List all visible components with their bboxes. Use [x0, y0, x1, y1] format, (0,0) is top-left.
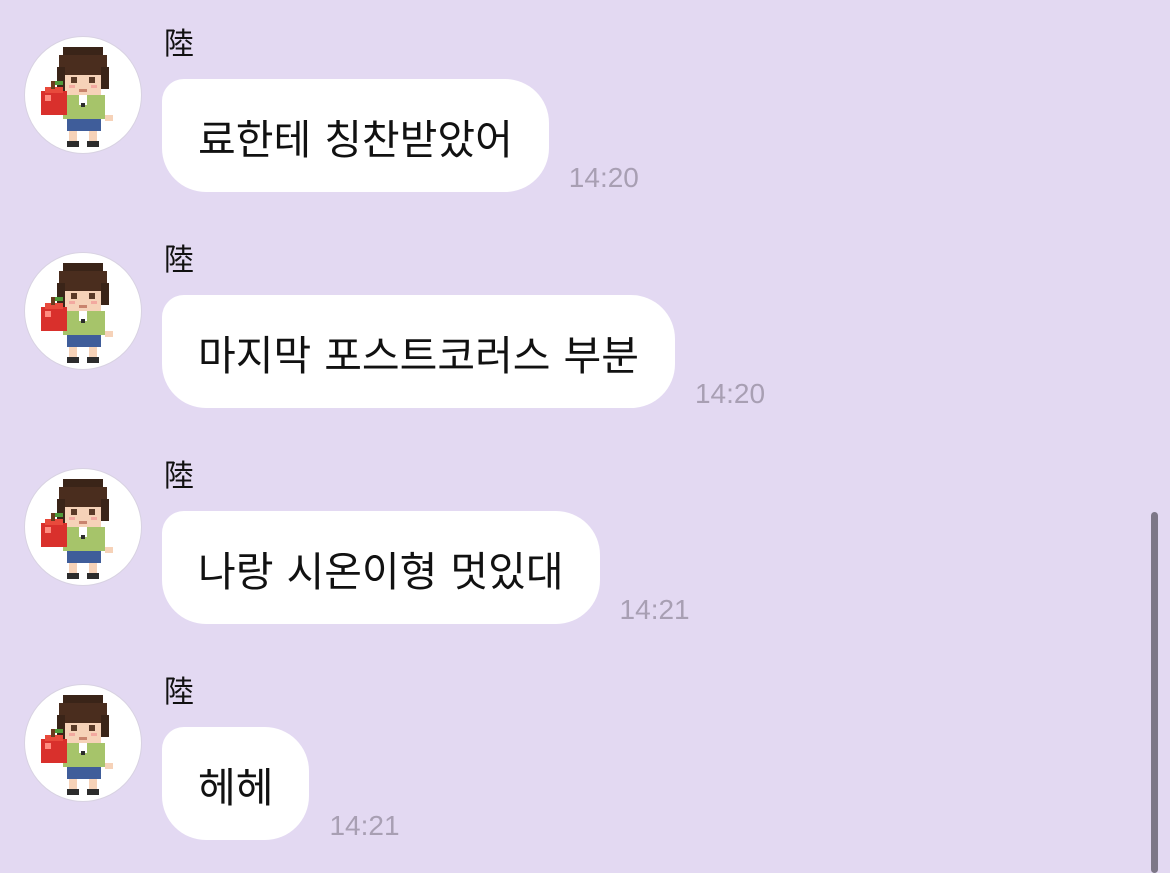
- avatar[interactable]: [24, 36, 142, 154]
- sender-name: 陸: [164, 459, 194, 494]
- message-timestamp: 14:21: [329, 810, 400, 841]
- message-bubble[interactable]: 료한테 칭찬받았어: [162, 79, 549, 192]
- pixel-boy-with-apple-icon: [41, 479, 113, 579]
- message-row: 료한테 칭찬받았어 14:20: [162, 79, 639, 193]
- pixel-boy-with-apple-icon: [41, 47, 113, 147]
- scrollbar[interactable]: [1151, 512, 1158, 873]
- message-row: 나랑 시온이형 멋있대 14:21: [162, 511, 690, 625]
- message-timestamp: 14:20: [694, 378, 766, 409]
- message-bubble[interactable]: 마지막 포스트코러스 부분: [162, 295, 675, 408]
- sender-name: 陸: [164, 27, 194, 62]
- message-bubble[interactable]: 나랑 시온이형 멋있대: [162, 511, 600, 624]
- chat-message: 陸 료한테 칭찬받았어 14:20: [0, 22, 1140, 222]
- pixel-boy-with-apple-icon: [41, 695, 113, 795]
- message-row: 헤헤 14:21: [162, 727, 400, 841]
- message-row: 마지막 포스트코러스 부분 14:20: [162, 295, 766, 409]
- message-timestamp: 14:20: [568, 162, 639, 193]
- sender-name: 陸: [164, 675, 194, 710]
- chat-message: 陸 나랑 시온이형 멋있대 14:21: [0, 454, 1140, 654]
- pixel-boy-with-apple-icon: [41, 263, 113, 363]
- avatar[interactable]: [24, 468, 142, 586]
- avatar[interactable]: [24, 684, 142, 802]
- sender-name: 陸: [164, 243, 194, 278]
- message-timestamp: 14:21: [619, 594, 690, 625]
- chat-message-list[interactable]: 陸 료한테 칭찬받았어 14:20 陸 마지막 포스트코러스 부분 14:20 …: [0, 0, 1170, 873]
- message-bubble[interactable]: 헤헤: [162, 727, 310, 840]
- chat-message: 陸 헤헤 14:21: [0, 670, 1140, 870]
- chat-message: 陸 마지막 포스트코러스 부분 14:20: [0, 238, 1140, 438]
- avatar[interactable]: [24, 252, 142, 370]
